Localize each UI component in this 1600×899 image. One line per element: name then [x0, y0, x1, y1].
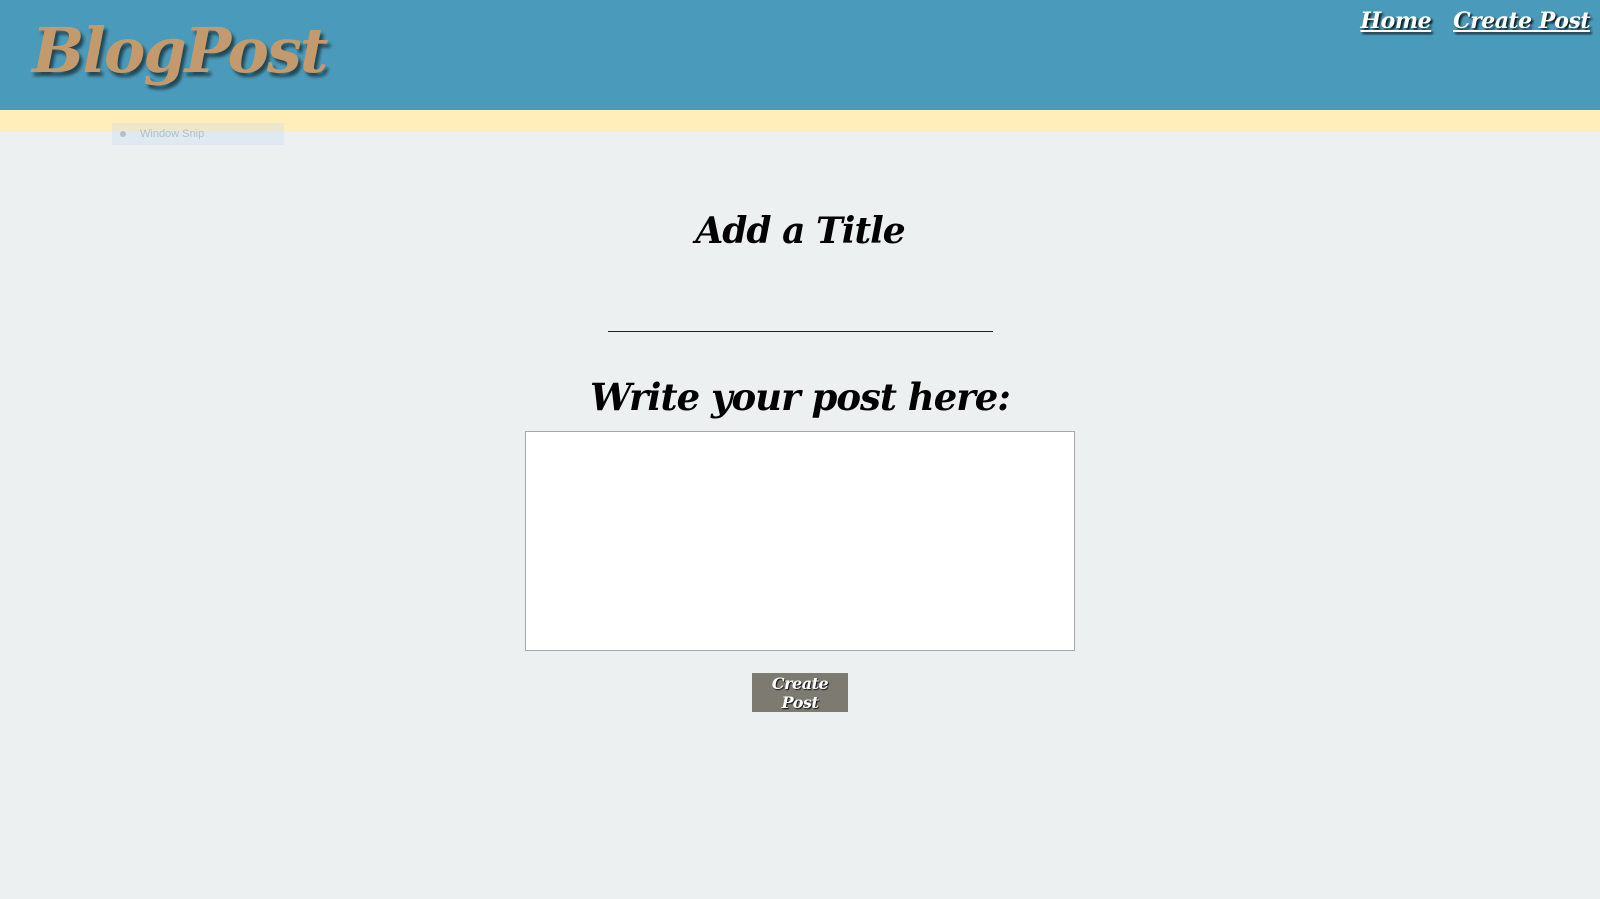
title-heading: Add a Title [695, 210, 905, 252]
window-snip-overlay: Window Snip [112, 123, 284, 145]
site-logo[interactable]: BlogPost [32, 20, 329, 82]
post-body-textarea[interactable] [525, 431, 1075, 651]
top-nav: Home Create Post [1360, 8, 1590, 34]
create-post-button[interactable]: Create Post [752, 673, 848, 712]
post-heading: Write your post here: [590, 375, 1011, 419]
title-input[interactable] [608, 296, 993, 332]
snip-icon [120, 131, 126, 137]
site-header: BlogPost Home Create Post [0, 0, 1600, 110]
window-snip-label: Window Snip [140, 128, 205, 140]
nav-link-create-post[interactable]: Create Post [1453, 8, 1590, 34]
nav-link-home[interactable]: Home [1360, 8, 1431, 34]
